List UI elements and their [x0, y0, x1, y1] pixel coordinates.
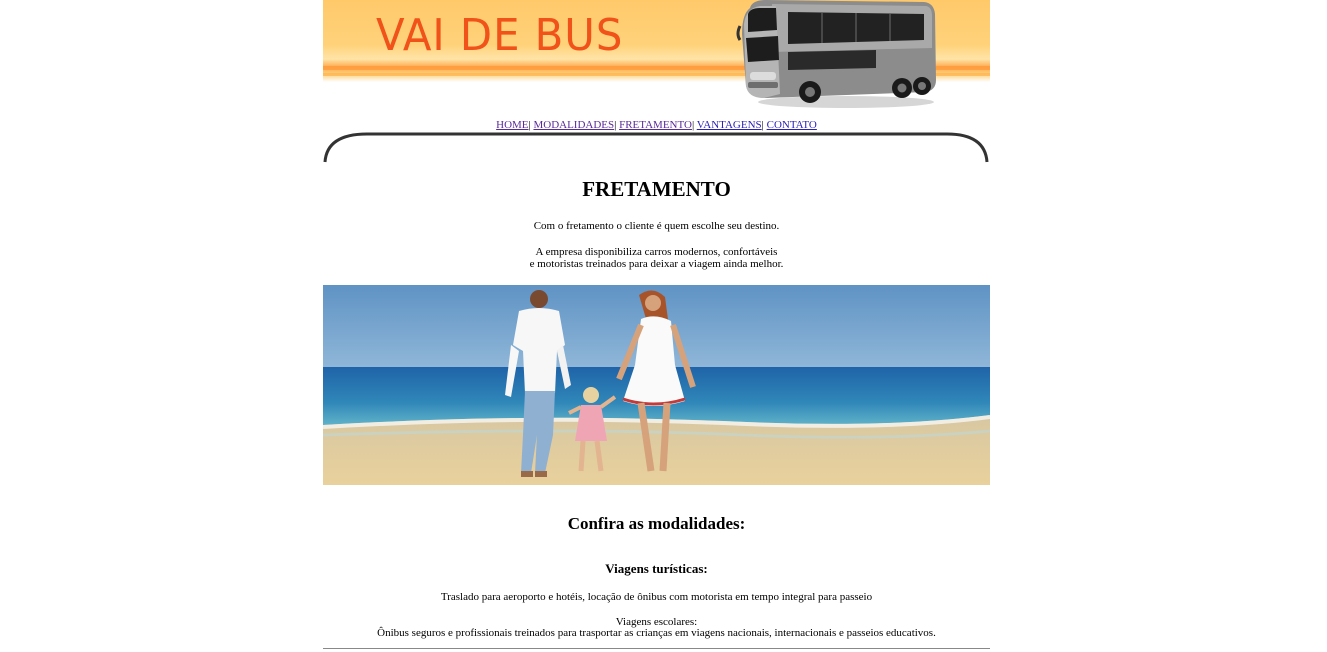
subsection-title: Viagens turísticas:: [605, 561, 708, 576]
school-trips-text: Viagens escolares: Ônibus seguros e prof…: [323, 617, 990, 639]
intro-text: Com o fretamento o cliente é quem escolh…: [533, 220, 780, 232]
horizontal-rule: [323, 648, 990, 649]
description-text: A empresa disponibiliza carros modernos,…: [323, 246, 990, 270]
tourism-text: Traslado para aeroporto e hotéis, locaçã…: [440, 591, 873, 603]
page: VAI DE BUS HOME| MODALIDADES| FRETAMENTO…: [0, 0, 1327, 652]
bus-image: [736, 0, 936, 108]
page-title: FRETAMENTO: [582, 177, 731, 201]
section-title: Confira as modalidades:: [567, 514, 746, 533]
school-trips-description: Ônibus seguros e profissionais treinados…: [377, 627, 936, 639]
site-logo: VAI DE BUS: [376, 10, 624, 61]
decorative-arc: [323, 132, 989, 163]
header-banner: VAI DE BUS: [323, 0, 990, 110]
family-beach-photo: [323, 285, 990, 485]
description-line: A empresa disponibiliza carros modernos,…: [535, 246, 778, 258]
description-line: e motoristas treinados para deixar a via…: [529, 258, 784, 270]
